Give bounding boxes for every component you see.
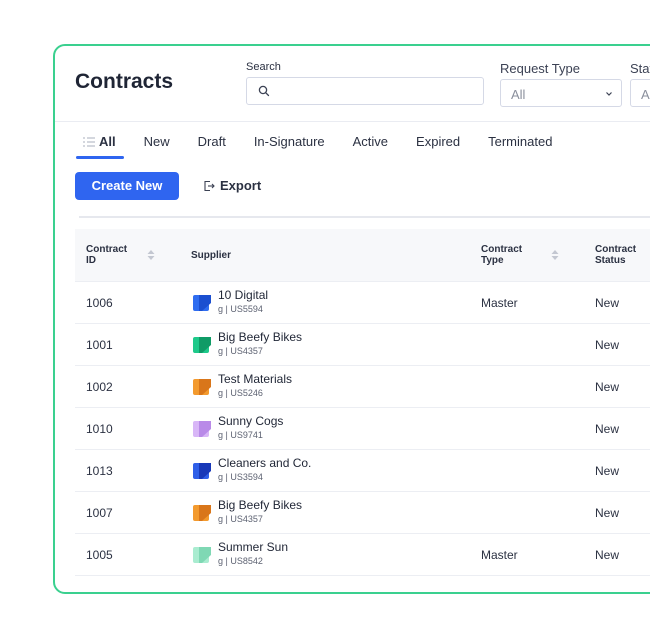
contract-status: New bbox=[595, 296, 620, 310]
contract-status: New bbox=[595, 422, 620, 436]
tab-all[interactable]: All bbox=[76, 133, 124, 163]
tab-expired[interactable]: Expired bbox=[416, 133, 460, 163]
contract-status: New bbox=[595, 380, 620, 394]
supplier-code: g | US4357 bbox=[218, 514, 263, 524]
supplier-logo-icon bbox=[193, 463, 211, 479]
request-type-label: Request Type bbox=[500, 61, 580, 76]
contract-status: New bbox=[595, 506, 620, 520]
contract-id: 1001 bbox=[86, 338, 113, 352]
contract-type: Master bbox=[481, 296, 518, 310]
table-row[interactable]: 1001 Big Beefy Bikes g | US4357 New bbox=[75, 324, 650, 366]
contracts-panel: Contracts Search Request Type All Stat A… bbox=[53, 44, 650, 594]
contract-id: 1007 bbox=[86, 506, 113, 520]
search-field[interactable] bbox=[246, 77, 484, 106]
header-divider bbox=[55, 121, 650, 122]
supplier-logo-icon bbox=[193, 337, 211, 353]
tab-label: All bbox=[99, 134, 116, 149]
supplier-logo-icon bbox=[193, 295, 211, 311]
supplier-name[interactable]: Summer Sun bbox=[218, 540, 288, 554]
chevron-down-icon bbox=[606, 92, 612, 96]
supplier-code: g | US3594 bbox=[218, 472, 263, 482]
request-type-select[interactable]: All bbox=[500, 79, 622, 107]
contracts-table: Contract ID Supplier Contract Type Contrac… bbox=[75, 229, 650, 576]
tab-label: Draft bbox=[197, 134, 226, 149]
tab-terminated[interactable]: Terminated bbox=[488, 133, 552, 163]
tab-draft[interactable]: Draft bbox=[198, 133, 226, 163]
supplier-code: g | US8542 bbox=[218, 556, 263, 566]
tab-label: New bbox=[143, 134, 170, 149]
supplier-logo-icon bbox=[193, 505, 211, 521]
contract-status: New bbox=[595, 548, 620, 562]
supplier-logo-icon bbox=[193, 379, 211, 395]
table-header: Contract ID Supplier Contract Type Contrac… bbox=[75, 229, 650, 282]
request-type-value: All bbox=[511, 87, 526, 102]
col-contract-type[interactable]: Contract Type bbox=[481, 244, 522, 266]
table-row[interactable]: 1005 Summer Sun g | US8542 Master New bbox=[75, 534, 650, 576]
supplier-name[interactable]: Cleaners and Co. bbox=[218, 456, 311, 470]
supplier-logo-icon bbox=[193, 421, 211, 437]
sort-icon[interactable] bbox=[551, 249, 559, 261]
contract-id: 1005 bbox=[86, 548, 113, 562]
contract-type: Master bbox=[481, 548, 518, 562]
list-icon bbox=[83, 137, 95, 147]
supplier-code: g | US9741 bbox=[218, 430, 263, 440]
search-label: Search bbox=[246, 61, 281, 73]
table-row[interactable]: 1007 Big Beefy Bikes g | US4357 New bbox=[75, 492, 650, 534]
tab-label: Expired bbox=[416, 134, 461, 149]
status-label: Stat bbox=[630, 61, 650, 76]
contract-status: New bbox=[595, 464, 620, 478]
table-row[interactable]: 1002 Test Materials g | US5246 New bbox=[75, 366, 650, 408]
search-icon bbox=[258, 85, 270, 97]
status-tabs: All New Draft In-Signature Active Expired Term… bbox=[76, 133, 580, 163]
supplier-name[interactable]: Big Beefy Bikes bbox=[218, 330, 302, 344]
tab-in-signature[interactable]: In-Signature bbox=[254, 133, 325, 163]
contract-id: 1006 bbox=[86, 296, 113, 310]
contract-status: New bbox=[595, 338, 620, 352]
status-value: Al bbox=[641, 87, 650, 102]
status-select[interactable]: Al bbox=[630, 79, 650, 107]
tab-label: Terminated bbox=[488, 134, 553, 149]
supplier-name[interactable]: Big Beefy Bikes bbox=[218, 498, 302, 512]
page-title: Contracts bbox=[75, 70, 174, 93]
table-row[interactable]: 1006 10 Digital g | US5594 Master New bbox=[75, 282, 650, 324]
contract-id: 1013 bbox=[86, 464, 113, 478]
table-body: 1006 10 Digital g | US5594 Master New 1001 Big… bbox=[75, 282, 650, 576]
col-supplier[interactable]: Supplier bbox=[191, 250, 231, 261]
col-contract-status[interactable]: Contract Status bbox=[595, 244, 636, 266]
contract-id: 1010 bbox=[86, 422, 113, 436]
toolbar-divider bbox=[79, 216, 650, 218]
tab-label: Active bbox=[352, 134, 389, 149]
search-input[interactable] bbox=[275, 78, 479, 106]
create-new-button[interactable]: Create New bbox=[75, 172, 179, 200]
supplier-code: g | US4357 bbox=[218, 346, 263, 356]
supplier-name[interactable]: Sunny Cogs bbox=[218, 414, 283, 428]
supplier-code: g | US5246 bbox=[218, 388, 263, 398]
active-tab-indicator bbox=[76, 156, 124, 159]
table-row[interactable]: 1013 Cleaners and Co. g | US3594 New bbox=[75, 450, 650, 492]
supplier-name[interactable]: Test Materials bbox=[218, 372, 292, 386]
sort-icon[interactable] bbox=[147, 249, 155, 261]
tab-active[interactable]: Active bbox=[353, 133, 388, 163]
supplier-logo-icon bbox=[193, 547, 211, 563]
supplier-code: g | US5594 bbox=[218, 304, 263, 314]
export-label: Export bbox=[220, 178, 262, 193]
export-button[interactable]: Export bbox=[203, 172, 261, 200]
tab-new[interactable]: New bbox=[144, 133, 170, 163]
col-contract-id[interactable]: Contract ID bbox=[86, 244, 127, 266]
contract-id: 1002 bbox=[86, 380, 113, 394]
export-icon bbox=[204, 180, 215, 192]
table-row[interactable]: 1010 Sunny Cogs g | US9741 New bbox=[75, 408, 650, 450]
tab-label: In-Signature bbox=[253, 134, 325, 149]
supplier-name[interactable]: 10 Digital bbox=[218, 288, 268, 302]
